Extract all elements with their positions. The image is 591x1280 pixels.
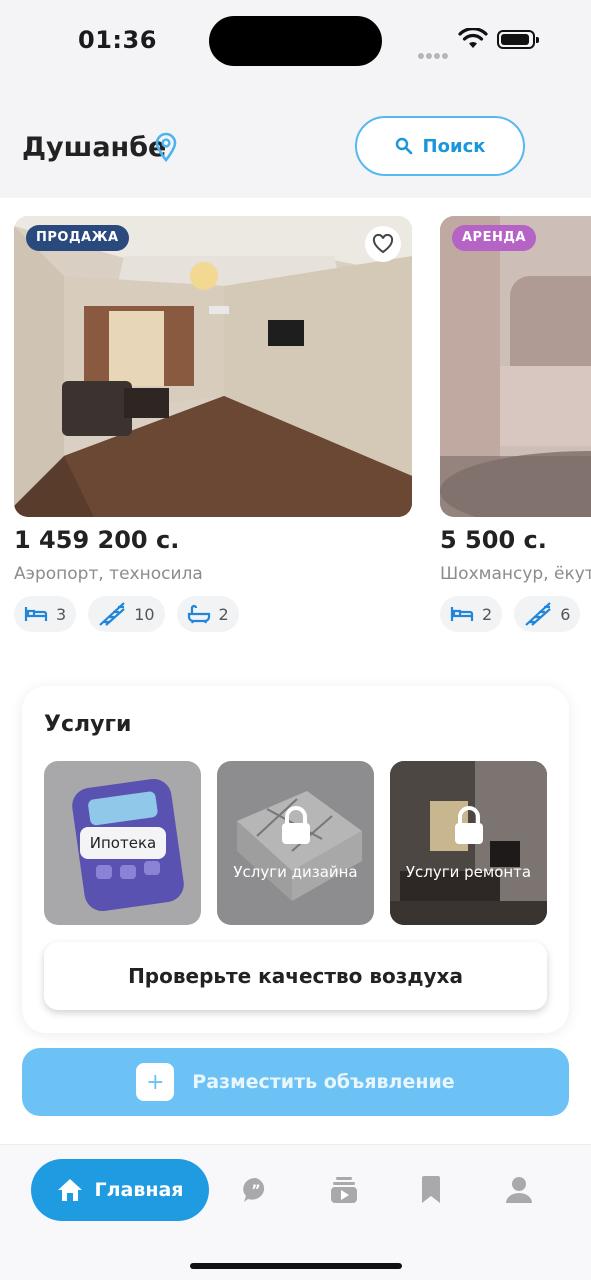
design-services-tile[interactable]: Услуги дизайна [217, 761, 374, 925]
floor-count: 6 [560, 604, 571, 624]
design-services-label: Услуги дизайна [233, 863, 358, 881]
listing-type-badge: АРЕНДА [452, 225, 536, 251]
floor-chip: 6 [514, 596, 581, 632]
services-section: Услуги Ипотека Услуги дизайна Услуги рем… [22, 686, 569, 1033]
bed-icon [450, 607, 474, 621]
home-indicator [190, 1263, 402, 1269]
header: Душанбе Поиск [0, 82, 591, 198]
lock-icon [455, 806, 483, 844]
bathtub-icon [187, 604, 210, 624]
city-selector[interactable]: Душанбе [22, 132, 166, 163]
stairs-icon [525, 602, 551, 626]
bedrooms-count: 2 [482, 604, 493, 624]
listing-price: 1 459 200 с. [14, 526, 180, 554]
listing-type-badge: ПРОДАЖА [26, 225, 129, 251]
bottom-nav: Главная ” [0, 1144, 591, 1280]
nav-home[interactable]: Главная [31, 1159, 209, 1221]
favorite-button[interactable] [365, 226, 401, 262]
listing-card[interactable]: АРЕНДА 5 500 с. Шохмансур, ёкут 2 2 6 [440, 216, 591, 632]
main-content: ПРОДАЖА 1 459 200 с. Аэропорт, техносила… [0, 198, 591, 1144]
wifi-icon [458, 28, 488, 48]
svg-text:”: ” [251, 1183, 260, 1199]
status-bar: 01:36 [0, 0, 591, 82]
bed-icon [24, 607, 48, 621]
bedrooms-chip: 3 [14, 596, 77, 632]
air-quality-button[interactable]: Проверьте качество воздуха [44, 942, 547, 1010]
listing-card[interactable]: ПРОДАЖА 1 459 200 с. Аэропорт, техносила… [14, 216, 412, 632]
mortgage-tile[interactable]: Ипотека [44, 761, 201, 925]
bookmark-icon[interactable] [420, 1175, 442, 1205]
mortgage-label: Ипотека [80, 827, 166, 859]
floor-chip: 10 [88, 596, 165, 632]
profile-icon[interactable] [505, 1175, 533, 1205]
floor-count: 10 [134, 604, 155, 624]
home-icon [58, 1179, 83, 1201]
battery-icon [497, 30, 539, 49]
search-button[interactable]: Поиск [355, 116, 525, 176]
bedrooms-count: 3 [56, 604, 67, 624]
post-ad-button[interactable]: + Разместить объявление [22, 1048, 569, 1116]
search-icon [395, 137, 412, 155]
location-pin-icon[interactable] [154, 132, 178, 162]
renovation-services-label: Услуги ремонта [405, 863, 532, 881]
status-time: 01:36 [78, 26, 157, 54]
bathrooms-count: 2 [218, 604, 229, 624]
app-screen: 01:36 Душанбе Поиск ПРОДАЖА 1 459 200 с.… [0, 0, 591, 1280]
living-room-image [14, 216, 412, 517]
cellular-signal-icon [418, 44, 450, 63]
bedroom-image [440, 216, 591, 517]
heart-icon [372, 234, 394, 254]
listing-photo[interactable]: АРЕНДА [440, 216, 591, 517]
lock-icon [282, 806, 310, 844]
bathrooms-chip: 2 [176, 596, 239, 632]
services-title: Услуги [44, 712, 132, 737]
nav-home-label: Главная [94, 1179, 184, 1201]
post-ad-label: Разместить объявление [192, 1071, 455, 1093]
listing-photo[interactable]: ПРОДАЖА [14, 216, 412, 517]
chat-icon[interactable]: ” [241, 1175, 271, 1205]
dynamic-island [209, 16, 382, 66]
bedrooms-chip: 2 [440, 596, 503, 632]
stairs-icon [99, 602, 125, 626]
listing-features: 2 6 [440, 596, 591, 632]
renovation-services-tile[interactable]: Услуги ремонта [390, 761, 547, 925]
plus-icon: + [136, 1063, 175, 1101]
listing-price: 5 500 с. [440, 526, 547, 554]
listing-address: Аэропорт, техносила [14, 564, 203, 584]
listing-address: Шохмансур, ёкут 2 [440, 564, 591, 584]
search-button-label: Поиск [422, 135, 486, 157]
listing-features: 3 10 2 [14, 596, 412, 632]
video-icon[interactable] [330, 1175, 358, 1205]
